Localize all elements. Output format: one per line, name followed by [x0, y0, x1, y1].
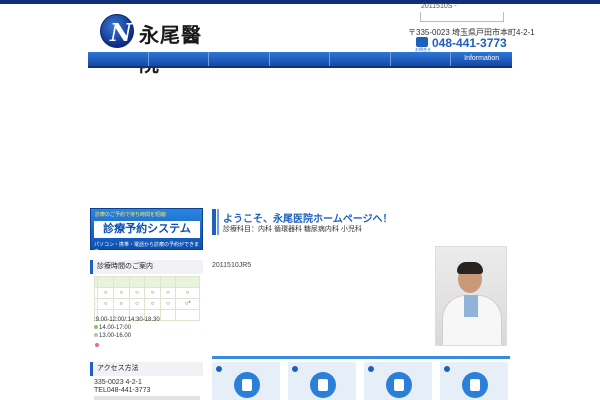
- doctor-shirt: [464, 295, 478, 317]
- table-cell: ○: [144, 298, 161, 310]
- table-cell: [144, 276, 161, 288]
- news-text: 2011510JR5: [212, 262, 252, 269]
- table-cell: ○: [97, 298, 114, 310]
- table-cell: ○*: [175, 298, 200, 310]
- gray-dot-icon: [94, 333, 98, 337]
- phone-icon: [416, 37, 428, 47]
- table-cell: [112, 276, 130, 288]
- nav-item-6[interactable]: [391, 52, 452, 66]
- bed-icon: [310, 372, 336, 398]
- hours-line-3: 13.00-16.00: [99, 333, 132, 339]
- hours-line-1: :9.00-12:00/:14:30-18.30: [94, 317, 160, 323]
- tile-bullet-icon: [368, 366, 374, 372]
- reservation-banner-tagline: 診療のご予約で待ち時間を短縮!: [95, 212, 167, 218]
- table-cell: ○: [112, 298, 130, 310]
- table-row: ○ ○ ○ ○ ○ ○: [93, 287, 200, 299]
- clinic-name: 永尾醫院: [139, 23, 202, 76]
- service-tile-2[interactable]: [288, 362, 356, 400]
- service-tile-3[interactable]: [364, 362, 432, 400]
- hours-line-2-row: 14.00-17:00: [94, 325, 131, 331]
- hours-heading: 診療時間のご案内: [90, 260, 203, 274]
- welcome-title: ようこそ、永尾医院ホームページへ！: [223, 214, 393, 225]
- person-icon: [234, 372, 260, 398]
- access-map-thumbnail[interactable]: [94, 396, 200, 400]
- nav-item-5[interactable]: [330, 52, 391, 66]
- hours-line-3-row: 13.00-16.00: [94, 333, 131, 339]
- green-dot-icon: [94, 325, 98, 329]
- massage-icon: [386, 372, 412, 398]
- doctor-hair: [457, 262, 483, 274]
- welcome-departments: 診療科目：内科 循環器科 糖尿病内科 小児科: [223, 226, 362, 233]
- header-phone-number: 048-441-3773: [432, 36, 507, 50]
- service-tile-4[interactable]: [440, 362, 508, 400]
- table-cell: [175, 309, 200, 321]
- nav-item-2[interactable]: [149, 52, 210, 66]
- tile-bullet-icon: [292, 366, 298, 372]
- no-smoking-icon: [462, 372, 488, 398]
- table-cell: ○: [159, 287, 177, 299]
- nav-item-3[interactable]: [209, 52, 270, 66]
- service-tile-1[interactable]: [212, 362, 280, 400]
- table-row: [93, 276, 200, 288]
- reservation-banner-title: 診療予約システム: [94, 221, 200, 238]
- table-cell: ○: [97, 287, 114, 299]
- table-cell: [128, 276, 146, 288]
- nav-item-1[interactable]: [88, 52, 149, 66]
- table-cell: [97, 276, 114, 288]
- table-cell: ○: [144, 287, 161, 299]
- header-search-box[interactable]: [420, 12, 504, 22]
- reservation-banner-subtext: パソコン・携帯・電話から診療の予約ができます。: [94, 242, 200, 255]
- table-cell: ○: [112, 287, 130, 299]
- welcome-accent-bar: [212, 209, 216, 235]
- table-cell: ○: [159, 298, 177, 310]
- table-cell: [175, 276, 200, 288]
- access-heading: アクセス方法: [90, 362, 203, 376]
- clinic-logo[interactable]: N 永尾醫院: [100, 14, 220, 76]
- header-date: 2011510S -: [421, 3, 457, 10]
- welcome-accent-bar-light: [217, 209, 219, 235]
- doctor-photo: [435, 246, 507, 346]
- table-cell: [159, 309, 177, 321]
- hours-line-2: 14.00-17:00: [99, 325, 132, 331]
- logo-emblem-icon: N: [100, 14, 134, 48]
- reservation-system-banner[interactable]: 診療のご予約で待ち時間を短縮! 診療予約システム パソコン・携帯・電話から診療の…: [90, 208, 203, 255]
- hours-table: ○ ○ ○ ○ ○ ○ ○ ○ ○ ○ ○ ○*: [93, 276, 200, 321]
- table-cell: ○: [128, 298, 146, 310]
- main-navigation: Information: [88, 52, 512, 68]
- pink-dot-icon: [95, 343, 99, 347]
- section-divider: [212, 356, 510, 359]
- access-phone: TEL048-441-3773: [94, 387, 151, 394]
- nav-item-information[interactable]: Information: [451, 52, 512, 66]
- table-cell: ○: [128, 287, 146, 299]
- nav-item-4[interactable]: [270, 52, 331, 66]
- top-accent-line: [0, 0, 600, 4]
- table-row: ○ ○ ○ ○ ○ ○*: [93, 298, 200, 310]
- table-cell: ○: [175, 287, 200, 299]
- access-address: 335-0023 4-2-1: [94, 379, 142, 386]
- tile-bullet-icon: [444, 366, 450, 372]
- table-cell: [159, 276, 177, 288]
- tile-bullet-icon: [216, 366, 222, 372]
